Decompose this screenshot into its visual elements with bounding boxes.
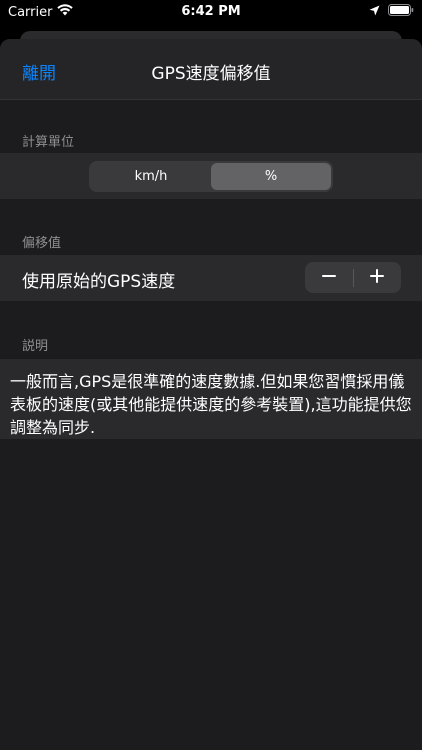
unit-section-header: 計算單位 <box>22 135 75 150</box>
offset-row-label: 使用原始的GPS速度 <box>22 272 176 292</box>
battery-icon <box>388 4 414 20</box>
offset-section-header: 偏移值 <box>22 236 62 251</box>
description-section-header: 説明 <box>22 339 49 354</box>
unit-segmented-control: km/h % <box>89 161 333 192</box>
description-text: 一般而言,GPS是很準確的速度數據.但如果您習慣採用儀表板的速度(或其他能提供速… <box>10 372 412 437</box>
navigation-bar: 離開 GPS速度偏移值 <box>0 39 422 100</box>
offset-row: 使用原始的GPS速度 <box>0 255 422 301</box>
increment-button[interactable] <box>354 262 402 293</box>
location-arrow-icon <box>369 5 380 20</box>
unit-row: km/h % <box>0 153 422 199</box>
status-time: 6:42 PM <box>181 4 241 19</box>
minus-icon <box>321 268 337 288</box>
offset-stepper <box>305 262 401 293</box>
segment-percent[interactable]: % <box>211 163 331 190</box>
plus-icon <box>369 268 385 288</box>
modal-sheet: 離開 GPS速度偏移值 計算單位 km/h % 偏移值 使用原始的GPS速度 説… <box>0 39 422 750</box>
status-right <box>369 4 414 20</box>
decrement-button[interactable] <box>305 262 353 293</box>
status-bar: Carrier 6:42 PM <box>0 0 422 24</box>
page-title: GPS速度偏移值 <box>151 64 271 84</box>
segment-kmh[interactable]: km/h <box>91 163 211 190</box>
screen: Carrier 6:42 PM 離開 GPS速度偏移值 計算單位 km/h % … <box>0 0 422 750</box>
description-row: 一般而言,GPS是很準確的速度數據.但如果您習慣採用儀表板的速度(或其他能提供速… <box>0 359 422 439</box>
